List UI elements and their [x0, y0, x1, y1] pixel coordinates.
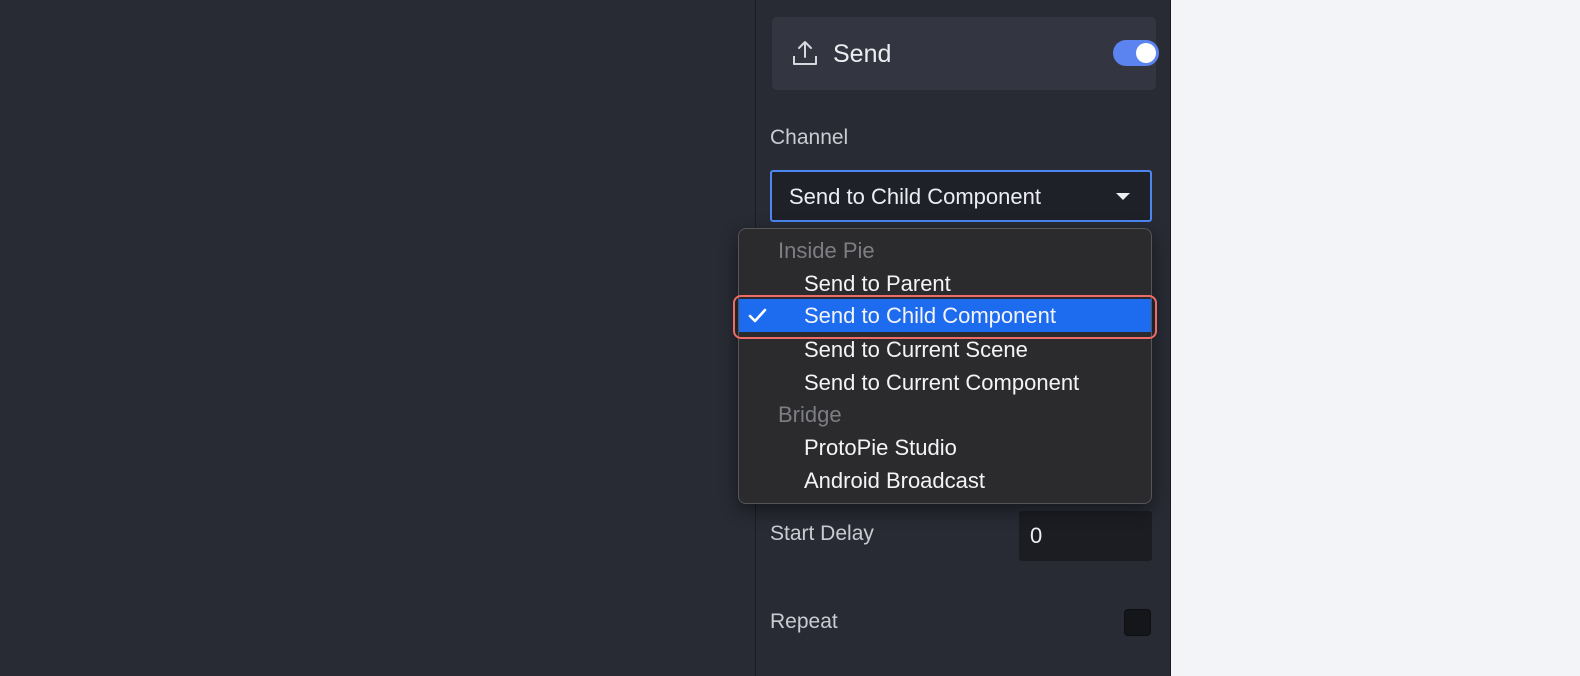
- menu-item-android-broadcast[interactable]: Android Broadcast: [739, 464, 1151, 497]
- channel-dropdown-menu: Inside Pie Send to Parent Send to Child …: [738, 228, 1152, 504]
- menu-item-send-to-current-component[interactable]: Send to Current Component: [739, 366, 1151, 399]
- response-enabled-toggle[interactable]: [1113, 40, 1159, 66]
- menu-item-label: Android Broadcast: [804, 468, 985, 493]
- chevron-down-icon: [1116, 193, 1130, 200]
- repeat-label: Repeat: [770, 610, 838, 633]
- checkmark-icon: [748, 308, 767, 323]
- menu-item-send-to-child-component[interactable]: Send to Child Component: [739, 299, 1151, 332]
- menu-item-label: Send to Current Component: [804, 370, 1080, 395]
- menu-item-label: Send to Child Component: [804, 303, 1056, 328]
- response-title: Send: [833, 40, 892, 68]
- channel-label: Channel: [770, 126, 849, 149]
- start-delay-value: 0: [1030, 523, 1043, 548]
- toggle-knob: [1136, 43, 1156, 63]
- channel-select-value: Send to Child Component: [789, 184, 1041, 209]
- menu-item-label: Send to Parent: [804, 271, 951, 296]
- group-header-bridge: Bridge: [778, 402, 842, 427]
- menu-item-send-to-current-scene[interactable]: Send to Current Scene: [739, 333, 1151, 366]
- channel-select[interactable]: Send to Child Component: [770, 170, 1152, 222]
- start-delay-input[interactable]: 0: [1019, 511, 1152, 561]
- group-header-inside-pie: Inside Pie: [778, 238, 875, 263]
- menu-item-label: ProtoPie Studio: [804, 435, 957, 460]
- start-delay-label: Start Delay: [770, 522, 874, 545]
- repeat-checkbox[interactable]: [1124, 609, 1151, 636]
- menu-item-label: Send to Current Scene: [804, 337, 1028, 362]
- upload-icon: [793, 41, 817, 65]
- menu-item-protopie-studio[interactable]: ProtoPie Studio: [739, 431, 1151, 464]
- response-header: Send: [772, 17, 1159, 90]
- prototype-canvas: [0, 0, 755, 676]
- menu-item-send-to-parent[interactable]: Send to Parent: [739, 267, 1151, 300]
